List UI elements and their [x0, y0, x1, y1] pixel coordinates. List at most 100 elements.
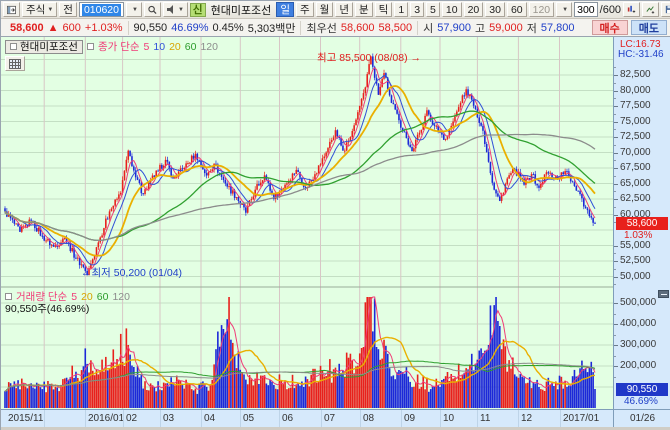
low-label: 저: [527, 20, 537, 36]
vol-ma60-label: 60: [97, 291, 109, 303]
high-price: 59,000: [489, 22, 523, 34]
date-tick-label: 02: [126, 413, 137, 425]
minute-1-button[interactable]: 1: [394, 2, 408, 17]
new-stock-badge: 신: [190, 3, 206, 17]
date-axis-separator: [401, 410, 402, 428]
prev-stock-button[interactable]: 전: [59, 2, 77, 17]
date-axis-separator: [123, 410, 124, 428]
price-tick-label: 70,000: [620, 148, 651, 158]
date-axis-separator: [440, 410, 441, 428]
hc-value: HC:-31.46: [618, 49, 664, 60]
date-axis-separator: [321, 410, 322, 428]
date-axis-separator: [160, 410, 161, 428]
minor-tick: [614, 67, 616, 68]
ma5-label: 5: [144, 41, 150, 53]
asset-type-select[interactable]: 주식▼: [22, 2, 57, 17]
tick-mark: [614, 345, 618, 346]
period-month-button[interactable]: 월: [316, 2, 334, 17]
stock-code-input[interactable]: 010620: [79, 2, 124, 17]
arrow-right-icon: →: [411, 52, 422, 64]
stock-name-label: 현대미포조선: [208, 2, 275, 18]
sell-button[interactable]: 매도: [631, 20, 667, 35]
window-split-icon[interactable]: [3, 2, 20, 17]
chevron-down-icon: ▼: [47, 7, 53, 13]
axis-corner-date: 01/26: [613, 410, 670, 428]
date-axis-separator: [518, 410, 519, 428]
panel-toggle-icon[interactable]: [5, 293, 12, 300]
quote-bar: 58,600 ▲ 600 +1.03% 90,550 46.69% 0.45% …: [1, 19, 670, 37]
minute-3-button[interactable]: 3: [410, 2, 424, 17]
minor-tick: [614, 98, 616, 99]
price-legend: 현대미포조선 종가 단순 5 10 20 60 120: [5, 39, 218, 54]
volume-tick-label: 200,000: [620, 361, 656, 371]
minute-10-button[interactable]: 10: [442, 2, 462, 17]
minute-5-button[interactable]: 5: [426, 2, 440, 17]
panel-toggle-icon[interactable]: [87, 43, 94, 50]
tick-mark: [614, 184, 618, 185]
chevron-down-icon: ▼: [562, 7, 568, 13]
chevron-down-icon: ▼: [178, 7, 184, 13]
interval-select[interactable]: ▼: [556, 2, 572, 17]
date-axis-separator: [85, 410, 86, 428]
price-tick-label: 62,500: [620, 194, 651, 204]
date-tick-label: 08: [363, 413, 374, 425]
period-tick-button[interactable]: 틱: [375, 2, 393, 17]
chevron-down-icon: ▼: [132, 7, 138, 13]
price-tick-label: 67,500: [620, 163, 651, 173]
chart-type-button[interactable]: [5, 56, 25, 71]
date-tick-label: 12: [521, 413, 532, 425]
date-tick-label: 04: [204, 413, 215, 425]
current-volume-text: 90,550주(46.69%): [5, 301, 89, 316]
date-axis[interactable]: 01/26 2015/112016/0102030405060708091011…: [1, 409, 670, 427]
arrow-left-icon: ←: [81, 267, 92, 279]
chart-tools-icon[interactable]: [623, 2, 640, 17]
code-dropdown-button[interactable]: ▼: [126, 2, 142, 17]
tick-mark: [614, 122, 618, 123]
price-tick-label: 77,500: [620, 101, 651, 111]
legend-stock-name: 현대미포조선: [20, 39, 78, 54]
volume-tick-label: 500,000: [620, 298, 656, 308]
date-tick-label: 05: [243, 413, 254, 425]
tick-mark: [614, 75, 618, 76]
minute-120-button[interactable]: 120: [529, 2, 555, 17]
last-volume-box: 90,550: [616, 383, 668, 396]
minor-tick: [614, 253, 616, 254]
save-icon[interactable]: [661, 2, 670, 17]
minor-tick: [614, 207, 616, 208]
panel-toggle-icon[interactable]: [10, 43, 17, 50]
date-axis-separator: [201, 410, 202, 428]
date-axis-separator: [560, 410, 561, 428]
period-year-button[interactable]: 년: [335, 2, 353, 17]
tick-mark: [614, 153, 618, 154]
price-series-chip[interactable]: 현대미포조선: [5, 40, 83, 54]
price-volume-chart-canvas[interactable]: [1, 37, 613, 409]
volume-panel-collapse-button[interactable]: [658, 290, 669, 298]
date-tick-label: 11: [480, 413, 490, 425]
period-minute-button[interactable]: 분: [355, 2, 373, 17]
search-icon[interactable]: [144, 2, 161, 17]
last-price-box: 58,600: [616, 217, 668, 230]
sound-icon[interactable]: ▼: [163, 2, 188, 17]
toolbar: 주식▼ 전 010620 ▼ ▼ 신 현대미포조선 일 주 월 년 분 틱 1 …: [1, 1, 670, 19]
minute-20-button[interactable]: 20: [464, 2, 484, 17]
price-tick-label: 82,500: [620, 70, 651, 80]
price-axis[interactable]: LC:16.73 HC:-31.46 82,50080,00077,50075,…: [613, 37, 670, 409]
best-ask: 58,500: [379, 22, 413, 34]
open-price: 57,900: [437, 22, 471, 34]
minor-tick: [614, 356, 616, 357]
tick-mark: [614, 303, 618, 304]
period-day-button[interactable]: 일: [276, 2, 294, 17]
volume-ratio: 46.69%: [171, 22, 208, 34]
minor-tick: [614, 145, 616, 146]
minute-30-button[interactable]: 30: [485, 2, 505, 17]
minute-60-button[interactable]: 60: [507, 2, 527, 17]
current-price: 58,600: [10, 22, 44, 34]
period-week-button[interactable]: 주: [296, 2, 314, 17]
tick-mark: [614, 215, 618, 216]
buy-button[interactable]: 매수: [592, 20, 628, 35]
ma60-label: 60: [185, 41, 197, 53]
minor-tick: [614, 269, 616, 270]
price-tick-label: 65,000: [620, 179, 651, 189]
trendline-icon[interactable]: [642, 2, 659, 17]
bar-count-input[interactable]: 300: [574, 2, 598, 17]
